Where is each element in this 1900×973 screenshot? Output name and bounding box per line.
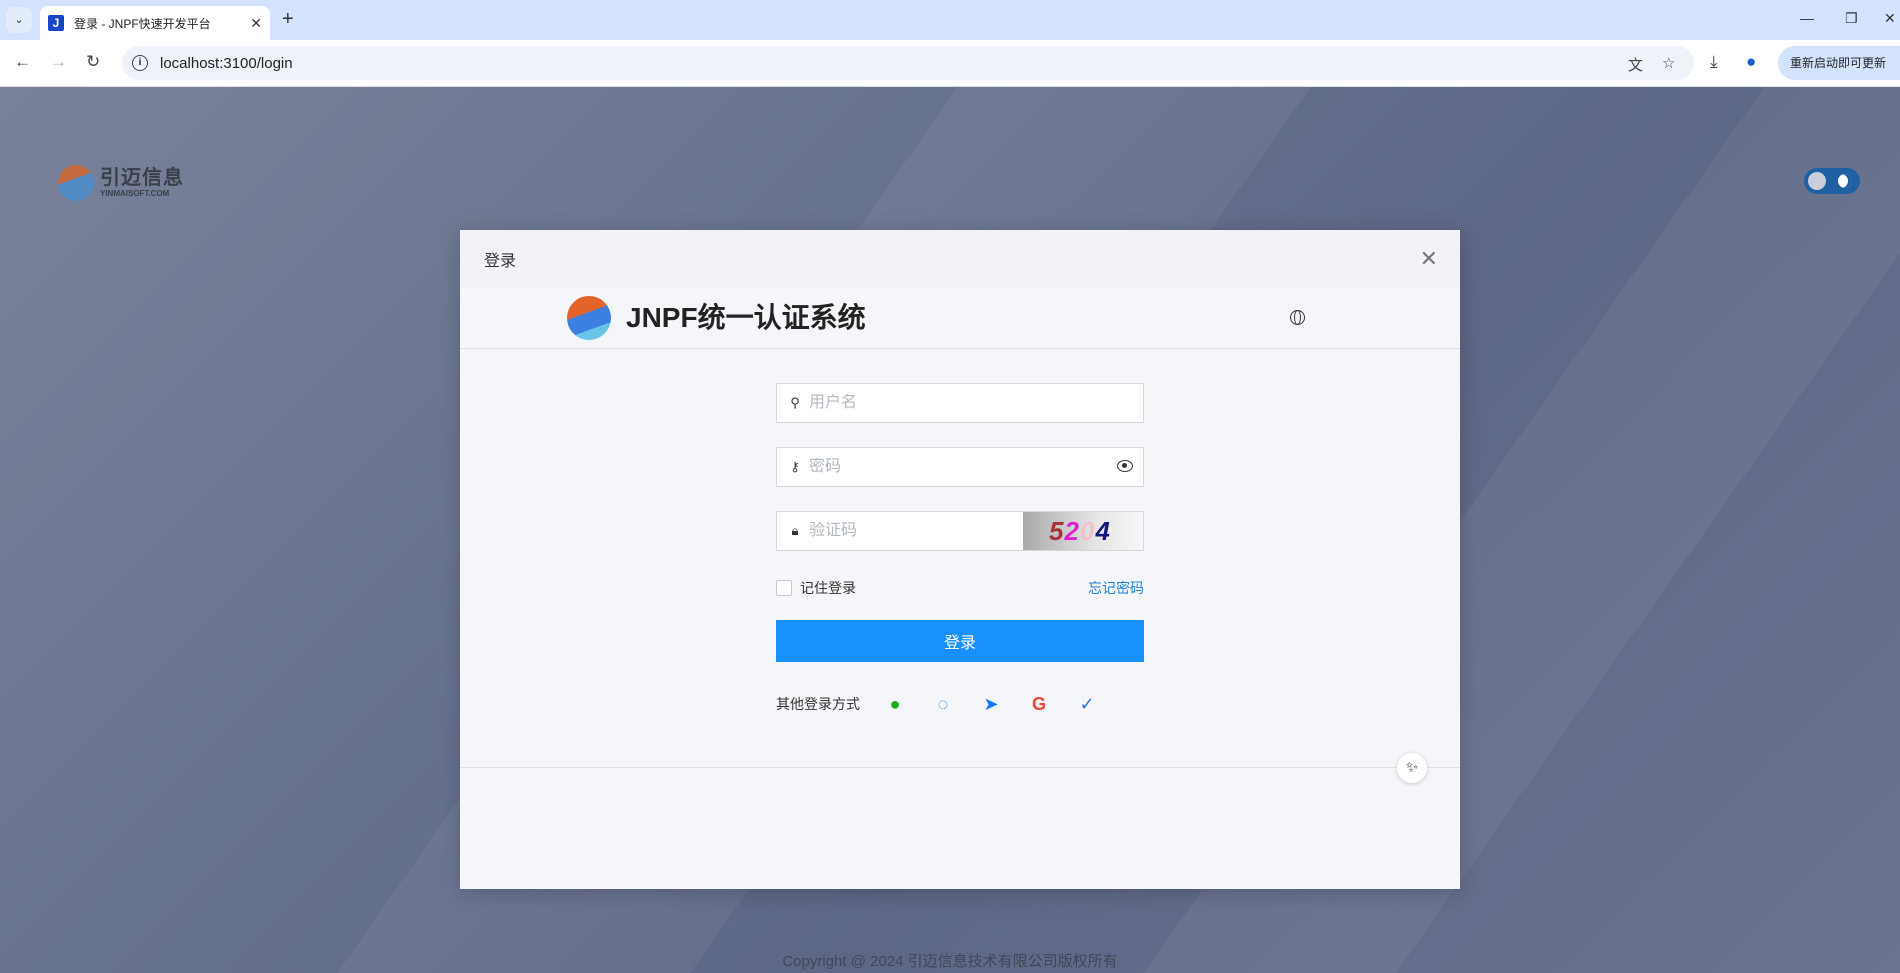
update-button[interactable]: 重新启动即可更新	[1778, 46, 1900, 80]
browser-tab[interactable]: J 登录 - JNPF快速开发平台 ✕	[40, 6, 270, 40]
moon-icon	[1838, 174, 1852, 188]
captcha-text: 5204	[1049, 515, 1111, 546]
qq-icon[interactable]: ◌	[930, 691, 956, 717]
download-icon[interactable]: ⤓	[1710, 52, 1718, 72]
restore-button[interactable]: ❐	[1845, 10, 1858, 27]
language-globe-icon[interactable]	[1290, 310, 1305, 325]
remember-checkbox[interactable]: 记住登录	[776, 578, 856, 598]
back-button[interactable]: ←	[14, 52, 31, 72]
login-button[interactable]: 登录	[776, 620, 1144, 662]
favicon-icon: J	[48, 15, 64, 31]
other-login: 其他登录方式 ● ◌ ➤ G ✓	[776, 691, 1100, 717]
divider	[460, 767, 1460, 768]
close-tab-icon[interactable]: ✕	[250, 15, 262, 32]
brand-name: 引迈信息	[100, 167, 184, 189]
browser-tab-bar: ⌄ J 登录 - JNPF快速开发平台 ✕ + — ❐ ✕	[0, 0, 1900, 40]
user-icon: ⚲	[790, 395, 800, 410]
feishu-icon[interactable]: ✓	[1074, 691, 1100, 717]
captcha-field[interactable]: 🔒︎ 5204	[776, 511, 1144, 551]
new-tab-button[interactable]: +	[282, 8, 294, 31]
username-field[interactable]: ⚲	[776, 383, 1144, 423]
password-input[interactable]	[809, 458, 1143, 476]
profile-icon[interactable]: ●	[1746, 52, 1756, 72]
remember-label: 记住登录	[800, 580, 856, 596]
checkbox[interactable]	[776, 580, 792, 596]
google-icon[interactable]: G	[1026, 691, 1052, 717]
brand-logo-icon	[58, 165, 94, 201]
captcha-image[interactable]: 5204	[1023, 512, 1143, 550]
brand-logo: 引迈信息 YINMAISOFT.COM	[58, 165, 184, 201]
address-bar[interactable]: i localhost:3100/login ⽂ ☆	[122, 46, 1694, 80]
login-modal: 登录 ✕ JNPF统一认证系统 ⚲ ⚷ 🔒︎ 5204 记住登录 忘记密码 登录…	[460, 230, 1460, 889]
close-window-button[interactable]: ✕	[1884, 10, 1896, 27]
url-text: localhost:3100/login	[160, 54, 293, 72]
dingtalk-icon[interactable]: ➤	[978, 691, 1004, 717]
system-logo-icon	[567, 296, 611, 340]
modal-title: 登录	[484, 253, 517, 270]
reload-button[interactable]: ↻	[86, 52, 100, 72]
key-icon: ⚷	[790, 459, 800, 474]
bookmark-star-icon[interactable]: ☆	[1662, 54, 1675, 72]
system-title: JNPF统一认证系统	[626, 302, 866, 333]
copyright: Copyright @ 2024 引迈信息技术有限公司版权所有	[782, 953, 1118, 970]
other-login-label: 其他登录方式	[776, 696, 860, 712]
forward-button[interactable]: →	[50, 52, 67, 72]
forgot-password-link[interactable]: 忘记密码	[1088, 578, 1144, 598]
wechat-icon[interactable]: ●	[882, 691, 908, 717]
eye-icon[interactable]	[1117, 460, 1133, 472]
username-input[interactable]	[809, 394, 1143, 412]
brand-domain: YINMAISOFT.COM	[100, 189, 170, 198]
tab-search-button[interactable]: ⌄	[6, 7, 32, 33]
lock-icon: 🔒︎	[791, 523, 799, 538]
address-toolbar: ← → ↻ i localhost:3100/login ⽂ ☆ ⤓ ● 重新启…	[0, 40, 1900, 87]
tab-title: 登录 - JNPF快速开发平台	[74, 16, 211, 31]
magic-wand-icon[interactable]: ✨︎	[1397, 753, 1427, 783]
theme-toggle[interactable]	[1804, 168, 1860, 194]
close-icon[interactable]: ✕	[1420, 246, 1438, 272]
minimize-button[interactable]: —	[1800, 10, 1814, 26]
translate-icon[interactable]: ⽂	[1628, 54, 1643, 75]
site-info-icon[interactable]: i	[132, 55, 148, 71]
password-field[interactable]: ⚷	[776, 447, 1144, 487]
